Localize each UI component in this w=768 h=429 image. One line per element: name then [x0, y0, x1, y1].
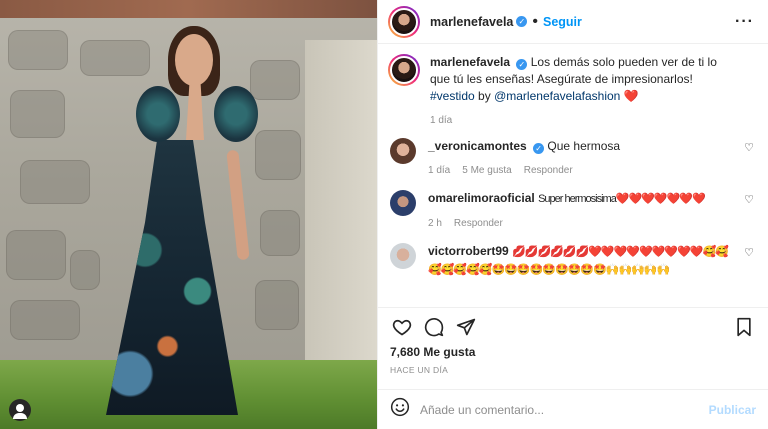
caption-by: by [478, 89, 491, 103]
hashtag-link[interactable]: #vestido [430, 89, 475, 103]
commenter-username[interactable]: victorrobert99 [428, 244, 509, 258]
comments-list[interactable]: marlenefavela ✓ Los demás solo pueden ve… [378, 44, 768, 307]
like-comment-icon[interactable]: ♡ [744, 193, 754, 206]
like-comment-icon[interactable]: ♡ [744, 246, 754, 259]
action-bar [378, 307, 768, 345]
comment-time[interactable]: 1 día [428, 165, 450, 176]
post-side-panel: marlenefavela ✓ • Seguir ··· marlenefave… [377, 0, 768, 429]
follow-button[interactable]: Seguir [543, 15, 582, 29]
comment-composer: Publicar [378, 389, 768, 429]
post-timestamp[interactable]: HACE UN DÍA [378, 365, 768, 389]
caption-time[interactable]: 1 día [430, 115, 452, 126]
comment-item: victorrobert99 💋💋💋💋💋💋❤️❤️❤️❤️❤️❤️❤️❤️❤️🥰… [388, 243, 754, 279]
paper-plane-icon[interactable] [454, 315, 478, 339]
separator-dot: • [532, 12, 538, 30]
heart-emoji: ❤️ [623, 89, 639, 103]
door-frame [305, 40, 377, 370]
comment-time[interactable]: 2 h [428, 218, 442, 229]
verified-badge-icon: ✓ [533, 143, 545, 154]
post-header: marlenefavela ✓ • Seguir ··· [378, 0, 768, 44]
verified-badge-icon: ✓ [516, 59, 528, 70]
bookmark-icon[interactable] [732, 315, 756, 339]
instagram-post-window: marlenefavela ✓ • Seguir ··· marlenefave… [0, 0, 768, 429]
comment-item: omarelimoraoficial Super hermosisima❤️❤️… [388, 190, 754, 229]
model-face [175, 34, 213, 86]
mention-link[interactable]: @marlenefavelafashion [494, 89, 620, 103]
user-tag-icon[interactable] [9, 399, 31, 421]
like-count[interactable]: 7,680 Me gusta [378, 345, 768, 365]
commenter-avatar[interactable] [390, 190, 416, 216]
heart-outline-icon[interactable] [390, 315, 414, 339]
commenter-username[interactable]: _veronicamontes [428, 139, 527, 153]
comment-text: Que hermosa [547, 139, 621, 153]
comment-icon[interactable] [422, 315, 446, 339]
comment-item: _veronicamontes ✓ Que hermosa 1 día 5 Me… [388, 138, 754, 176]
comment-like-count[interactable]: 5 Me gusta [462, 165, 511, 176]
puff-sleeve-left [136, 86, 180, 142]
post-caption: marlenefavela ✓ Los demás solo pueden ve… [388, 54, 754, 126]
smiley-icon[interactable] [390, 397, 410, 422]
reply-button[interactable]: Responder [524, 165, 573, 176]
reply-button[interactable]: Responder [454, 218, 503, 229]
puff-sleeve-right [214, 86, 258, 142]
caption-author-avatar[interactable] [388, 54, 420, 86]
more-options-icon[interactable]: ··· [735, 13, 754, 31]
verified-badge-icon: ✓ [516, 16, 528, 27]
commenter-avatar[interactable] [390, 138, 416, 164]
like-comment-icon[interactable]: ♡ [744, 141, 754, 154]
post-image[interactable] [0, 0, 377, 429]
comment-input[interactable] [420, 402, 709, 417]
comment-text: Super hermosisima❤️❤️❤️❤️❤️❤️❤️ [538, 193, 706, 205]
roof-tiles [0, 0, 377, 18]
caption-username[interactable]: marlenefavela [430, 55, 510, 69]
author-username[interactable]: marlenefavela [430, 15, 513, 29]
publish-button[interactable]: Publicar [709, 403, 756, 417]
commenter-username[interactable]: omarelimoraoficial [428, 191, 535, 205]
author-avatar[interactable] [388, 5, 420, 38]
commenter-avatar[interactable] [390, 243, 416, 269]
